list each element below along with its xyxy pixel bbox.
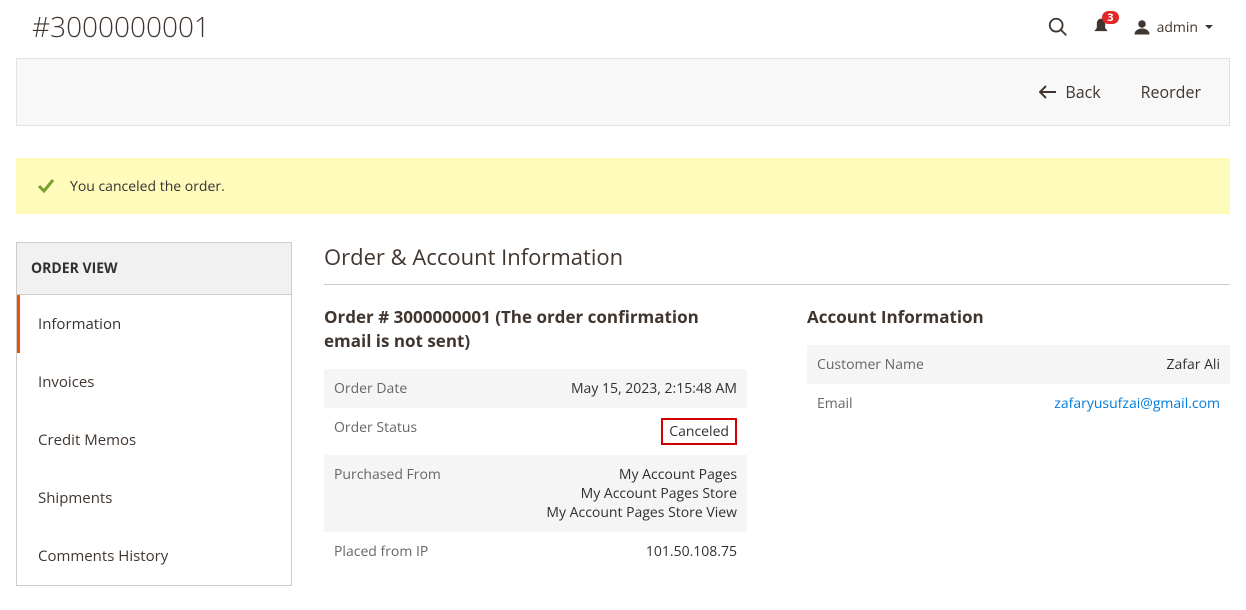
back-button[interactable]: Back <box>1039 81 1100 103</box>
sidebar-item-label: Comments History <box>38 546 168 566</box>
account-subtitle: Account Information <box>807 305 1230 329</box>
order-date-label: Order Date <box>324 369 514 408</box>
action-bar: Back Reorder <box>16 58 1230 126</box>
search-icon <box>1047 16 1069 38</box>
back-label: Back <box>1065 81 1100 103</box>
purchased-line-2: My Account Pages Store <box>581 484 737 503</box>
section-title: Order & Account Information <box>324 242 1230 285</box>
order-subtitle: Order # 3000000001 (The order confirmati… <box>324 305 747 353</box>
sidebar-item-comments-history[interactable]: Comments History <box>17 527 291 585</box>
sidebar-item-credit-memos[interactable]: Credit Memos <box>17 411 291 469</box>
admin-menu[interactable]: admin <box>1133 18 1214 37</box>
purchased-line-1: My Account Pages <box>619 465 737 484</box>
sidebar-heading: ORDER VIEW <box>17 243 291 295</box>
message-text: You canceled the order. <box>70 177 225 196</box>
sidebar-item-information[interactable]: Information <box>17 295 291 353</box>
chevron-down-icon <box>1204 22 1214 32</box>
purchased-from-value: My Account Pages My Account Pages Store … <box>514 455 747 532</box>
placed-ip-label: Placed from IP <box>324 532 514 571</box>
search-button[interactable] <box>1047 16 1069 38</box>
order-info-table: Order Date May 15, 2023, 2:15:48 AM Orde… <box>324 369 747 571</box>
main-content: Order & Account Information Order # 3000… <box>324 242 1230 586</box>
reorder-label: Reorder <box>1141 81 1201 103</box>
order-view-sidebar: ORDER VIEW Information Invoices Credit M… <box>16 242 292 586</box>
account-info-column: Account Information Customer Name Zafar … <box>807 305 1230 571</box>
sidebar-item-shipments[interactable]: Shipments <box>17 469 291 527</box>
customer-name-label: Customer Name <box>807 345 997 384</box>
page-header: #3000000001 3 admin <box>0 0 1246 58</box>
sidebar-item-label: Invoices <box>38 372 94 392</box>
customer-name-value[interactable]: Zafar Ali <box>997 345 1230 384</box>
order-status-badge: Canceled <box>661 418 737 445</box>
sidebar-item-label: Shipments <box>38 488 112 508</box>
customer-email-link[interactable]: zafaryusufzai@gmail.com <box>1054 394 1220 413</box>
placed-ip-value: 101.50.108.75 <box>514 532 747 571</box>
customer-email-label: Email <box>807 384 997 423</box>
purchased-line-3: My Account Pages Store View <box>546 503 737 522</box>
sidebar-item-label: Information <box>38 314 121 334</box>
customer-name-row: Customer Name Zafar Ali <box>807 345 1230 384</box>
order-status-value: Canceled <box>514 408 747 455</box>
customer-email-row: Email zafaryusufzai@gmail.com <box>807 384 1230 423</box>
user-icon <box>1133 18 1151 36</box>
order-status-row: Order Status Canceled <box>324 408 747 455</box>
page-title: #3000000001 <box>32 8 210 46</box>
order-date-row: Order Date May 15, 2023, 2:15:48 AM <box>324 369 747 408</box>
notifications-button[interactable]: 3 <box>1091 16 1111 38</box>
account-info-table: Customer Name Zafar Ali Email zafaryusuf… <box>807 345 1230 423</box>
arrow-left-icon <box>1039 85 1057 99</box>
customer-email-value: zafaryusufzai@gmail.com <box>997 384 1230 423</box>
check-icon <box>36 176 56 196</box>
success-message: You canceled the order. <box>16 158 1230 214</box>
placed-ip-row: Placed from IP 101.50.108.75 <box>324 532 747 571</box>
purchased-from-label: Purchased From <box>324 455 514 532</box>
admin-username: admin <box>1157 18 1198 37</box>
notification-badge: 3 <box>1102 11 1118 24</box>
sidebar-item-invoices[interactable]: Invoices <box>17 353 291 411</box>
order-date-value: May 15, 2023, 2:15:48 AM <box>514 369 747 408</box>
reorder-button[interactable]: Reorder <box>1141 81 1201 103</box>
sidebar-item-label: Credit Memos <box>38 430 136 450</box>
order-status-label: Order Status <box>324 408 514 455</box>
purchased-from-row: Purchased From My Account Pages My Accou… <box>324 455 747 532</box>
header-actions: 3 admin <box>1047 16 1214 38</box>
order-info-column: Order # 3000000001 (The order confirmati… <box>324 305 747 571</box>
